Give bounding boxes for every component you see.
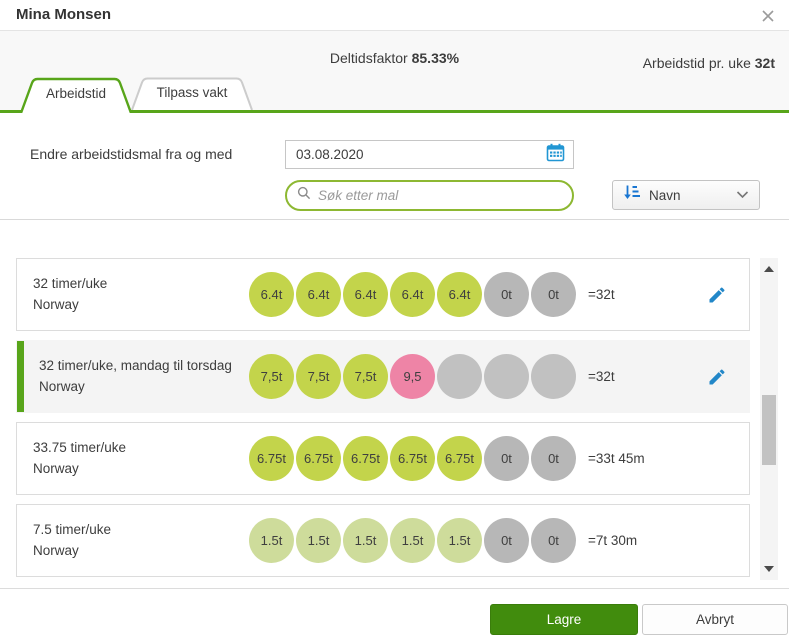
day-circle: 6.4t	[296, 272, 341, 317]
form-area: Endre arbeidstidsmal fra og med 03.08.20…	[0, 113, 789, 220]
day-circle: 0t	[484, 272, 529, 317]
template-row[interactable]: 33.75 timer/uke Norway 6.75t 6.75t 6.75t 6.…	[16, 422, 750, 495]
day-circle: 7,5t	[343, 354, 388, 399]
search-box	[285, 180, 574, 211]
page-title: Mina Monsen	[16, 6, 112, 23]
day-circle	[531, 354, 576, 399]
day-circle	[437, 354, 482, 399]
day-circle: 6.4t	[249, 272, 294, 317]
date-value: 03.08.2020	[296, 147, 364, 162]
selected-indicator	[17, 341, 24, 412]
day-circle: 6.4t	[390, 272, 435, 317]
day-circle: 1.5t	[437, 518, 482, 563]
template-unit: Norway	[33, 296, 79, 312]
day-circle: 0t	[531, 436, 576, 481]
calendar-icon[interactable]	[546, 143, 565, 167]
date-field-label: Endre arbeidstidsmal fra og med	[30, 146, 233, 162]
template-list: 32 timer/uke Norway 6.4t 6.4t 6.4t 6.4t 6.4t…	[16, 258, 750, 586]
day-circle: 1.5t	[343, 518, 388, 563]
day-circle: 1.5t	[249, 518, 294, 563]
tab-tilpass-vakt[interactable]: Tilpass vakt	[131, 77, 253, 110]
day-circle: 6.4t	[437, 272, 482, 317]
scroll-down-arrow-icon[interactable]	[764, 566, 774, 572]
save-button[interactable]: Lagre	[490, 604, 638, 635]
edit-button[interactable]	[707, 285, 727, 305]
tab-arbeidstid-label: Arbeidstid	[45, 86, 107, 101]
day-circle: 0t	[531, 518, 576, 563]
arbeidstid-label: Arbeidstid pr. uke	[642, 55, 751, 71]
sort-ascending-icon	[623, 184, 640, 206]
arbeidstid-value: 32t	[754, 55, 775, 71]
tab-tilpass-vakt-label: Tilpass vakt	[156, 85, 228, 100]
modal-footer: Lagre Avbryt	[0, 588, 789, 638]
template-name: 33.75 timer/uke	[33, 439, 127, 455]
scrollbar-thumb[interactable]	[762, 395, 776, 465]
template-name: 7.5 timer/uke	[33, 521, 112, 537]
summary-band: Deltidsfaktor 85.33% Arbeidstid pr. uke …	[0, 31, 789, 113]
day-circle: 6.75t	[249, 436, 294, 481]
day-circle: 1.5t	[296, 518, 341, 563]
day-circle: 6.75t	[343, 436, 388, 481]
employee-worktime-modal: Mina Monsen Deltidsfaktor 85.33% Arbeids…	[0, 0, 789, 638]
scrollbar[interactable]	[760, 258, 778, 580]
chevron-down-icon	[736, 186, 749, 204]
search-icon	[297, 186, 311, 205]
day-circle: 6.75t	[390, 436, 435, 481]
tab-bar: Arbeidstid Tilpass vakt	[0, 77, 789, 113]
template-name: 32 timer/uke	[33, 275, 108, 291]
day-circles: 6.4t 6.4t 6.4t 6.4t 6.4t 0t 0t	[249, 272, 578, 317]
template-row[interactable]: 7.5 timer/uke Norway 1.5t 1.5t 1.5t 1.5t 1.5…	[16, 504, 750, 577]
tab-arbeidstid[interactable]: Arbeidstid	[20, 77, 132, 113]
day-circle: 6.4t	[343, 272, 388, 317]
template-total: =32t	[588, 369, 615, 384]
search-input[interactable]	[318, 188, 562, 203]
template-unit: Norway	[39, 378, 85, 394]
modal-header: Mina Monsen	[0, 0, 789, 31]
day-circles: 7,5t 7,5t 7,5t 9,5	[249, 354, 578, 399]
template-row[interactable]: 32 timer/uke, mandag til torsdag Norway …	[16, 340, 750, 413]
close-icon[interactable]	[759, 7, 777, 25]
day-circles: 1.5t 1.5t 1.5t 1.5t 1.5t 0t 0t	[249, 518, 578, 563]
template-unit: Norway	[33, 542, 79, 558]
day-circle: 0t	[484, 436, 529, 481]
scroll-up-arrow-icon[interactable]	[764, 266, 774, 272]
arbeidstid-summary: Arbeidstid pr. uke 32t	[643, 55, 775, 71]
day-circle: 7,5t	[249, 354, 294, 399]
day-circle: 6.75t	[437, 436, 482, 481]
date-input[interactable]: 03.08.2020	[285, 140, 574, 169]
day-circle: 1.5t	[390, 518, 435, 563]
sort-dropdown[interactable]: Navn	[612, 180, 760, 210]
edit-button[interactable]	[707, 367, 727, 387]
day-circle: 0t	[484, 518, 529, 563]
day-circle: 7,5t	[296, 354, 341, 399]
template-unit: Norway	[33, 460, 79, 476]
deltidsfaktor-value: 85.33%	[411, 50, 460, 66]
sort-dropdown-value: Navn	[649, 187, 681, 203]
day-circle	[484, 354, 529, 399]
day-circle: 0t	[531, 272, 576, 317]
template-name: 32 timer/uke, mandag til torsdag	[39, 357, 232, 373]
cancel-button[interactable]: Avbryt	[642, 604, 788, 635]
template-total: =7t 30m	[588, 533, 638, 548]
template-total: =32t	[588, 287, 615, 302]
template-row[interactable]: 32 timer/uke Norway 6.4t 6.4t 6.4t 6.4t 6.4t…	[16, 258, 750, 331]
day-circle: 6.75t	[296, 436, 341, 481]
day-circle: 9,5	[390, 354, 435, 399]
day-circles: 6.75t 6.75t 6.75t 6.75t 6.75t 0t 0t	[249, 436, 578, 481]
deltidsfaktor-label: Deltidsfaktor	[329, 50, 408, 66]
template-total: =33t 45m	[588, 451, 645, 466]
